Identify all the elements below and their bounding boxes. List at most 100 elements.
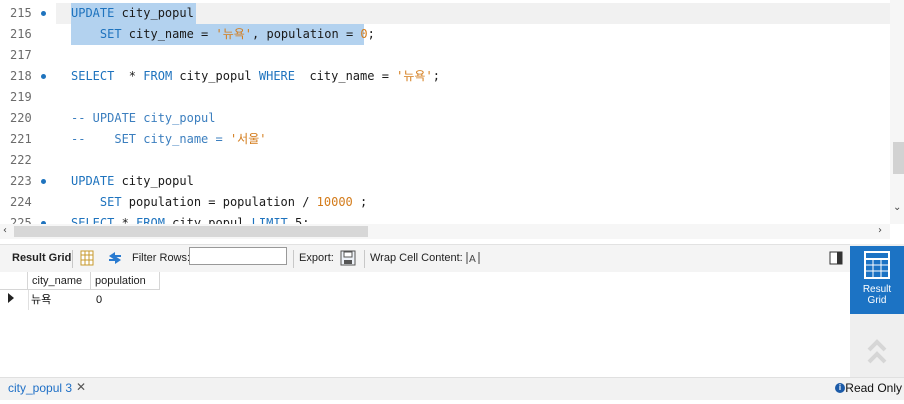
line-number: 224: [10, 195, 32, 209]
code-text: SELECT * FROM city_popul LIMIT 5;: [71, 213, 309, 224]
code-text: SELECT * FROM city_popul WHERE city_name…: [71, 66, 440, 87]
sql-editor[interactable]: 215 UPDATE city_popul 216 SET city_name = …: [0, 0, 890, 224]
code-line[interactable]: 222: [0, 150, 890, 171]
code-token: 5;: [287, 216, 310, 224]
code-token: population = population /: [121, 195, 317, 209]
divider: [364, 250, 365, 268]
code-token: '뉴욕': [215, 27, 253, 41]
statement-marker-icon: [41, 179, 46, 184]
code-text: UPDATE city_popul: [71, 171, 194, 192]
column-header-city-name[interactable]: city_name: [28, 272, 91, 290]
statement-marker-icon: [41, 11, 46, 16]
row-pointer-icon: [8, 293, 14, 306]
code-line[interactable]: 217: [0, 45, 890, 66]
code-token: ;: [367, 27, 375, 41]
read-only-status: Read Only: [845, 381, 902, 395]
code-text: -- SET city_name = '서울': [71, 129, 266, 150]
code-token: city_name =: [121, 27, 216, 41]
code-token: *: [114, 69, 144, 83]
code-line[interactable]: 223 UPDATE city_popul: [0, 171, 890, 192]
statement-marker-icon: [41, 74, 46, 79]
code-text: SET population = population / 10000 ;: [71, 192, 367, 213]
refresh-icon[interactable]: [107, 250, 123, 269]
close-icon[interactable]: ✕: [76, 380, 86, 394]
code-token: city_popul: [114, 174, 194, 188]
code-token: SET: [71, 195, 122, 209]
divider: [293, 250, 294, 268]
chevron-down-icon[interactable]: ⌄: [893, 202, 901, 213]
chevron-up-icon[interactable]: [867, 339, 887, 369]
code-token: city_popul: [164, 216, 252, 224]
vertical-scrollbar[interactable]: ⌄: [890, 0, 904, 224]
code-token: 10000: [316, 195, 353, 209]
result-grid-side-button[interactable]: Result Grid: [850, 246, 904, 314]
line-number: 218: [10, 69, 32, 83]
line-number: 225: [10, 216, 32, 224]
code-token: -- SET city_name =: [71, 132, 230, 146]
chevron-left-icon[interactable]: ‹: [3, 225, 7, 236]
line-number: 219: [10, 90, 32, 104]
filter-rows-input[interactable]: [189, 247, 287, 265]
line-number: 222: [10, 153, 32, 167]
row-header[interactable]: [0, 290, 29, 310]
code-token: FROM: [143, 69, 173, 83]
code-text: SET city_name = '뉴욕', population = 0;: [71, 24, 375, 45]
panel-toggle-icon[interactable]: [829, 251, 843, 268]
code-token: city_name =: [295, 69, 397, 83]
line-number: 216: [10, 27, 32, 41]
result-grid: city_name population 뉴욕 0: [0, 272, 850, 377]
code-line[interactable]: 216 SET city_name = '뉴욕', population = 0…: [0, 24, 890, 45]
line-number: 215: [10, 6, 32, 20]
vertical-scroll-thumb[interactable]: [893, 142, 904, 174]
divider: [72, 250, 73, 268]
wrap-cell-label: Wrap Cell Content:: [370, 252, 463, 264]
grid-layout-icon[interactable]: [80, 250, 94, 269]
line-number: 221: [10, 132, 32, 146]
code-line[interactable]: 224 SET population = population / 10000 …: [0, 192, 890, 213]
column-header-population[interactable]: population: [91, 272, 160, 290]
code-line[interactable]: 219: [0, 87, 890, 108]
code-token: UPDATE: [71, 6, 115, 20]
code-token: SELECT: [71, 69, 115, 83]
result-grid-icon: [864, 251, 890, 282]
result-grid-label: Result Grid: [12, 252, 72, 264]
line-number: 223: [10, 174, 32, 188]
code-line[interactable]: 225 SELECT * FROM city_popul LIMIT 5;: [0, 213, 890, 224]
line-number: 220: [10, 111, 32, 125]
code-token: UPDATE: [71, 174, 115, 188]
horizontal-scroll-thumb[interactable]: [14, 226, 368, 237]
info-icon: i: [835, 383, 845, 393]
code-text: UPDATE city_popul: [71, 3, 194, 24]
code-line[interactable]: 220 -- UPDATE city_popul: [0, 108, 890, 129]
code-token: WHERE: [258, 69, 295, 83]
code-line[interactable]: 215 UPDATE city_popul: [0, 3, 890, 24]
code-token: *: [114, 216, 137, 224]
table-cell[interactable]: 뉴욕: [31, 292, 51, 308]
code-token: SELECT: [71, 216, 115, 224]
code-token: city_popul: [114, 6, 194, 20]
result-toolbar: Result Grid Filter Rows: Export: Wrap Ce…: [0, 244, 850, 273]
export-label: Export:: [299, 252, 334, 264]
code-token: , population =: [252, 27, 361, 41]
chevron-right-icon[interactable]: ›: [878, 225, 882, 236]
code-line[interactable]: 218 SELECT * FROM city_popul WHERE city_n…: [0, 66, 890, 87]
code-token: 0: [360, 27, 368, 41]
filter-rows-label: Filter Rows:: [132, 252, 191, 264]
result-grid-button-label-2: Grid: [867, 295, 887, 306]
code-token: LIMIT: [251, 216, 288, 224]
code-text: -- UPDATE city_popul: [71, 108, 216, 129]
code-token: '뉴욕': [396, 69, 433, 83]
table-cell[interactable]: 0: [96, 292, 102, 308]
export-icon[interactable]: [340, 250, 356, 269]
code-line[interactable]: 221 -- SET city_name = '서울': [0, 129, 890, 150]
code-token: ;: [432, 69, 440, 83]
svg-text:A: A: [469, 254, 476, 265]
row-header-corner: [0, 272, 28, 290]
code-token: city_popul: [172, 69, 259, 83]
wrap-text-icon[interactable]: A: [466, 251, 480, 268]
line-number: 217: [10, 48, 32, 62]
result-grid-button-label-1: Result: [862, 284, 892, 295]
result-tab[interactable]: city_popul 3: [8, 381, 72, 395]
code-token: FROM: [136, 216, 165, 224]
code-token: -- UPDATE city_popul: [71, 111, 216, 125]
